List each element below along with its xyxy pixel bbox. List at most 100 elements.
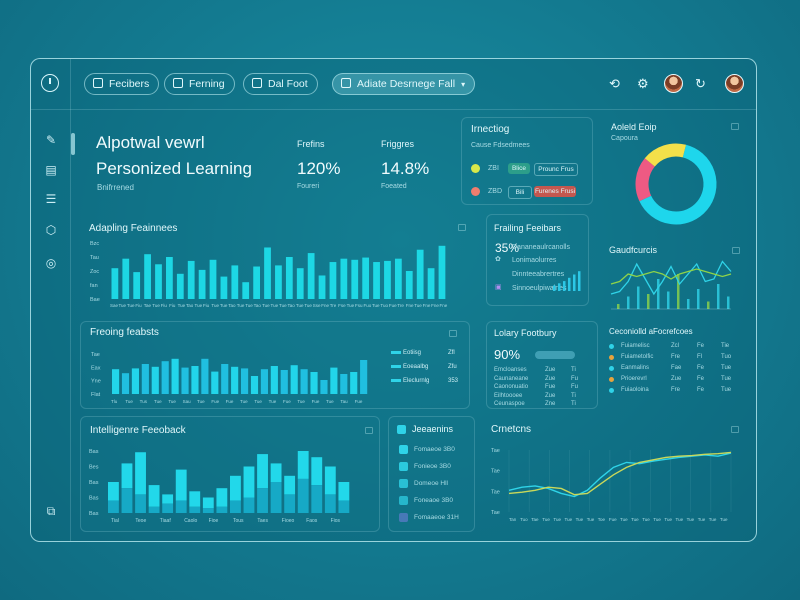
x-tick-label: Tuo [380, 303, 388, 308]
grid-icon [93, 78, 103, 88]
bar [155, 264, 162, 299]
x-tick-label: Toe [598, 517, 606, 522]
user-avatar[interactable] [725, 74, 744, 93]
x-tick-label: Tue [262, 303, 270, 308]
tag-chip[interactable]: Furenes Frusi [534, 186, 576, 197]
chart-icon[interactable]: ▤ [44, 163, 58, 177]
gauge-line-chart [610, 260, 732, 310]
bar [285, 257, 293, 299]
learning-row-v2: Fu [571, 384, 579, 390]
x-tick-label: Tue [664, 517, 672, 522]
bar [198, 269, 206, 299]
mini-bar [563, 281, 566, 291]
legend-item[interactable]: Fonieoe 3B0 [414, 463, 451, 470]
tab-fecibers[interactable]: Fecibers [84, 73, 160, 95]
mini-bar [568, 277, 571, 291]
gauge-bar [667, 291, 670, 309]
x-tick-label: Fue [283, 399, 291, 404]
tag-chip[interactable]: Blice [508, 163, 530, 174]
expand-icon[interactable] [732, 247, 740, 254]
expand-icon[interactable] [731, 123, 739, 130]
x-tick-label: Tue [245, 303, 253, 308]
x-tick-label: Fne [406, 303, 414, 308]
bar-top [175, 469, 187, 501]
gauge-bar [637, 286, 640, 309]
settings-icon[interactable]: ⚙ [637, 76, 649, 92]
learning-row-label: Ceunaspoe [494, 401, 525, 407]
bar [438, 245, 446, 299]
y-tick-label: Bes [89, 465, 99, 471]
conditional-title: Ceconiolld aFocrefcoes [609, 327, 693, 336]
avatar[interactable] [664, 74, 683, 93]
brain-icon[interactable]: ✎ [44, 133, 58, 147]
x-tick-label: Tue [720, 517, 728, 522]
sidebar-scroll-handle[interactable] [71, 133, 75, 155]
x-tick-label: Tus [140, 399, 148, 404]
metric2-value: 14.8% [381, 159, 430, 178]
x-tick-label: Tue [154, 399, 162, 404]
refresh-icon[interactable]: ↻ [695, 76, 706, 92]
bar-base [175, 500, 187, 513]
bar [405, 271, 413, 299]
bar [260, 369, 268, 394]
metric1-value: 120% [297, 159, 341, 178]
expand-icon[interactable] [449, 330, 457, 337]
legend-swatch [391, 365, 401, 368]
legend-item[interactable]: Domeoe Hll [414, 480, 448, 487]
expand-icon[interactable] [731, 426, 739, 433]
legend-item[interactable]: Fomaaeoe 31H [414, 514, 459, 521]
y-tick-label: Flat [91, 392, 101, 398]
bar [320, 380, 328, 394]
x-tick-label: Tue [698, 517, 706, 522]
metric1-sub: Foureri [297, 183, 320, 190]
bar [253, 266, 261, 299]
x-tick-label: Tue [118, 303, 126, 308]
x-tick-label: Fuo [364, 303, 372, 308]
bar-base [148, 506, 160, 513]
legend-item[interactable]: Foneaoe 3B0 [414, 497, 453, 504]
bar-top [121, 463, 133, 489]
bar-top [297, 451, 309, 479]
gauge-bar [627, 296, 630, 309]
bar-top [270, 463, 282, 482]
x-tick-label: Tue [372, 303, 380, 308]
document-icon [252, 78, 262, 88]
y-tick-label: Bae [90, 297, 100, 303]
tab-ferning[interactable]: Ferning [164, 73, 235, 95]
export-icon[interactable]: ⧉ [44, 504, 58, 518]
x-tick-label: Fioeo [282, 518, 295, 524]
tag-chip[interactable]: Bili [508, 186, 532, 199]
tag-chip[interactable]: Prounc Frus [534, 163, 578, 176]
gauge-bar [727, 296, 730, 309]
tab-adiate-desrnege-fall[interactable]: Adiate Desrnege Fall ▾ [332, 73, 476, 95]
x-tick-label: Tue [620, 517, 628, 522]
tab-dal-foot[interactable]: Dal Foot [243, 73, 318, 95]
metric2-sub: Foeated [381, 183, 407, 190]
bar-base [162, 503, 174, 513]
x-tick-label: Fue [312, 399, 320, 404]
legend-swatch [397, 425, 406, 434]
cond-row-v1: Zue [671, 376, 682, 382]
bar-base [189, 506, 201, 513]
legend-label: Eleclurnlg [403, 378, 429, 384]
legend-item[interactable]: Fomaeoe 3B0 [414, 446, 455, 453]
expand-icon[interactable] [365, 427, 373, 434]
y-tick-label: Bas [89, 449, 99, 455]
target-icon[interactable]: ◎ [44, 256, 58, 270]
gauge-bar [617, 304, 620, 309]
x-tick-label: Caolo [184, 518, 197, 524]
bar [264, 247, 271, 299]
calendar-icon [173, 78, 183, 88]
bar [250, 376, 259, 394]
learning-value: 90% [494, 347, 521, 362]
sync-icon[interactable]: ⟲ [609, 76, 620, 92]
x-tick-label: Tue [269, 399, 277, 404]
expand-icon[interactable] [458, 224, 466, 231]
network-icon[interactable]: ⬡ [44, 223, 58, 237]
y-tick-label: Bzc [90, 241, 99, 247]
list-icon[interactable]: ☰ [44, 192, 58, 206]
x-tick-label: Tue [565, 517, 573, 522]
bar-base [135, 494, 146, 513]
x-tick-label: Fue [211, 399, 219, 404]
app-logo-icon[interactable] [41, 74, 59, 92]
